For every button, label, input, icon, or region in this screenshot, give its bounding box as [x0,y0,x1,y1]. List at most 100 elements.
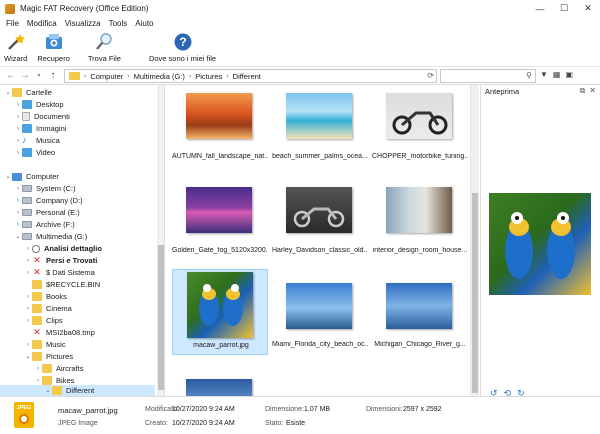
chevron-right-icon[interactable]: › [24,246,32,252]
file-item-selected[interactable]: macaw_parrot.jpg [172,269,268,355]
tree-item-analisi[interactable]: › Analisi dettaglio [24,243,102,254]
file-item[interactable]: Miami_Florida_city_beach_oc... [272,269,368,355]
chevron-right-icon[interactable]: › [24,258,32,264]
minimize-button[interactable]: — [528,0,552,17]
chevron-right-icon[interactable]: › [34,366,42,372]
crumb-multimedia[interactable]: Multimedia (G:) [134,72,185,81]
maximize-button[interactable]: ☐ [552,0,576,17]
chevron-right-icon[interactable]: › [24,342,32,348]
file-item[interactable]: Harley_Davidson_classic_old... [272,177,368,263]
scrollbar-thumb[interactable] [472,193,478,393]
recupero-button[interactable]: Recupero [37,30,70,63]
file-item[interactable]: AUTUMN_fall_landscape_nat... [172,85,268,171]
thumbnail [386,187,452,233]
menu-file[interactable]: File [2,19,23,28]
chevron-right-icon[interactable]: › [24,318,32,324]
recovery-icon [44,32,64,52]
chevron-down-icon[interactable]: ⌄ [4,89,12,96]
tree-item-archive[interactable]: › Archive (F:) [14,219,75,230]
chevron-right-icon[interactable]: › [14,114,22,120]
chevron-right-icon[interactable]: › [24,306,32,312]
back-arrow-icon[interactable]: ← [4,70,18,81]
layout-icon[interactable]: ▣ [565,70,573,79]
chevron-right-icon[interactable]: › [14,150,22,156]
tree-item-aircrafts[interactable]: › Aircrafts [34,363,84,374]
tree-item-cartelle[interactable]: ⌄ Cartelle [4,87,52,98]
chevron-right-icon[interactable]: › [14,186,22,192]
path-box[interactable]: › Computer › Multimedia (G:) › Pictures … [64,69,437,83]
file-item[interactable]: Golden_Gate_fog_5120x3200... [172,177,268,263]
tree-item-company[interactable]: › Company (D:) [14,195,83,206]
chevron-down-icon[interactable]: ⌄ [44,387,52,394]
up-arrow-icon[interactable]: ↑ [46,70,60,81]
file-grid: AUTUMN_fall_landscape_nat... beach_summe… [166,85,470,396]
chevron-down-icon[interactable]: ⌄ [4,173,12,180]
dropdown-arrow-icon[interactable]: ▾ [32,72,46,79]
tree-item-different[interactable]: ⌄ Different [0,385,155,396]
file-item[interactable]: interior_design_room_house... [372,177,468,263]
chevron-right-icon[interactable]: › [14,138,22,144]
menu-visualizza[interactable]: Visualizza [61,19,105,28]
chevron-down-icon[interactable]: ⌄ [14,233,22,240]
refresh-icon[interactable]: ⟳ [427,71,434,80]
chevron-right-icon[interactable]: › [24,270,32,276]
tree-item-dati-sistema[interactable]: › ✕ $ Dati Sistema [24,267,95,278]
chevron-right-icon[interactable]: › [14,210,22,216]
chevron-right-icon[interactable]: › [34,378,42,384]
filter-icon[interactable]: ▼ [540,70,548,79]
tree-item-computer[interactable]: ⌄ Computer [4,171,58,182]
tree-item-video[interactable]: › Video [14,147,55,158]
scrollbar-thumb[interactable] [158,245,164,390]
computer-icon [12,172,22,181]
folder-icon [32,292,42,301]
close-button[interactable]: ✕ [576,0,600,17]
tree-item-clips[interactable]: › Clips [24,315,63,326]
wizard-button[interactable]: Wizard [4,30,27,63]
tree-item-pictures[interactable]: ⌄ Pictures [24,351,73,362]
menu-bar: File Modifica Visualizza Tools Aiuto [0,17,600,30]
forward-arrow-icon[interactable]: → [18,70,32,81]
tree-item-immagini[interactable]: › Immagini [14,123,66,134]
close-icon[interactable]: ✕ [589,86,596,96]
trova-file-button[interactable]: Trova File [88,30,121,63]
tree-item-multimedia[interactable]: ⌄ Multimedia (G:) [14,231,87,242]
tree-item-books[interactable]: › Books [24,291,67,302]
file-item[interactable] [172,361,268,396]
tree-item-cinema[interactable]: › Cinema [24,303,72,314]
tree-scrollbar[interactable] [157,85,164,396]
detail-status-value: Esiste [286,420,306,427]
magnifier-icon [94,32,114,52]
menu-tools[interactable]: Tools [105,19,132,28]
view-mode-icon[interactable]: ▦ [553,70,561,79]
video-icon [22,148,32,157]
menu-modifica[interactable]: Modifica [23,19,61,28]
tree-item-personal[interactable]: › Personal (E:) [14,207,80,218]
tree-item-musica[interactable]: › ♪ Musica [14,135,60,146]
tree-item-recycle[interactable]: $RECYCLE.BIN [24,279,100,290]
tree-item-music[interactable]: › Music [24,339,66,350]
tree-item-documenti[interactable]: › Documenti [14,111,70,122]
file-item[interactable]: Michigan_Chicago_River_g... [372,269,468,355]
tree-item-system[interactable]: › System (C:) [14,183,76,194]
tree-item-persi[interactable]: › ✕ Persi e Trovati [24,255,97,266]
file-item[interactable]: CHOPPER_motorbike_tuning... [372,85,468,171]
chevron-right-icon[interactable]: › [14,102,22,108]
chevron-down-icon[interactable]: ⌄ [24,353,32,360]
crumb-pictures[interactable]: Pictures [195,72,222,81]
toolbar: Wizard Recupero Trova File ? Dove sono i… [0,30,600,67]
search-input[interactable]: ⚲ [440,69,536,83]
tree-item-msi[interactable]: ✕ MSI2ba08.tmp [24,327,95,338]
file-item[interactable]: beach_summer_palms_ocea... [272,85,368,171]
chevron-right-icon[interactable]: › [14,198,22,204]
chevron-right-icon[interactable]: › [14,126,22,132]
dove-sono-button[interactable]: ? Dove sono i miei file [149,30,216,63]
crumb-different[interactable]: Different [233,72,261,81]
menu-aiuto[interactable]: Aiuto [131,19,157,28]
chevron-right-icon[interactable]: › [14,222,22,228]
thumbnail [286,93,352,139]
undock-icon[interactable]: ⧉ [580,86,586,96]
chevron-right-icon[interactable]: › [24,294,32,300]
crumb-computer[interactable]: Computer [90,72,123,81]
tree-item-desktop[interactable]: › Desktop [14,99,64,110]
grid-scrollbar[interactable] [470,85,479,396]
